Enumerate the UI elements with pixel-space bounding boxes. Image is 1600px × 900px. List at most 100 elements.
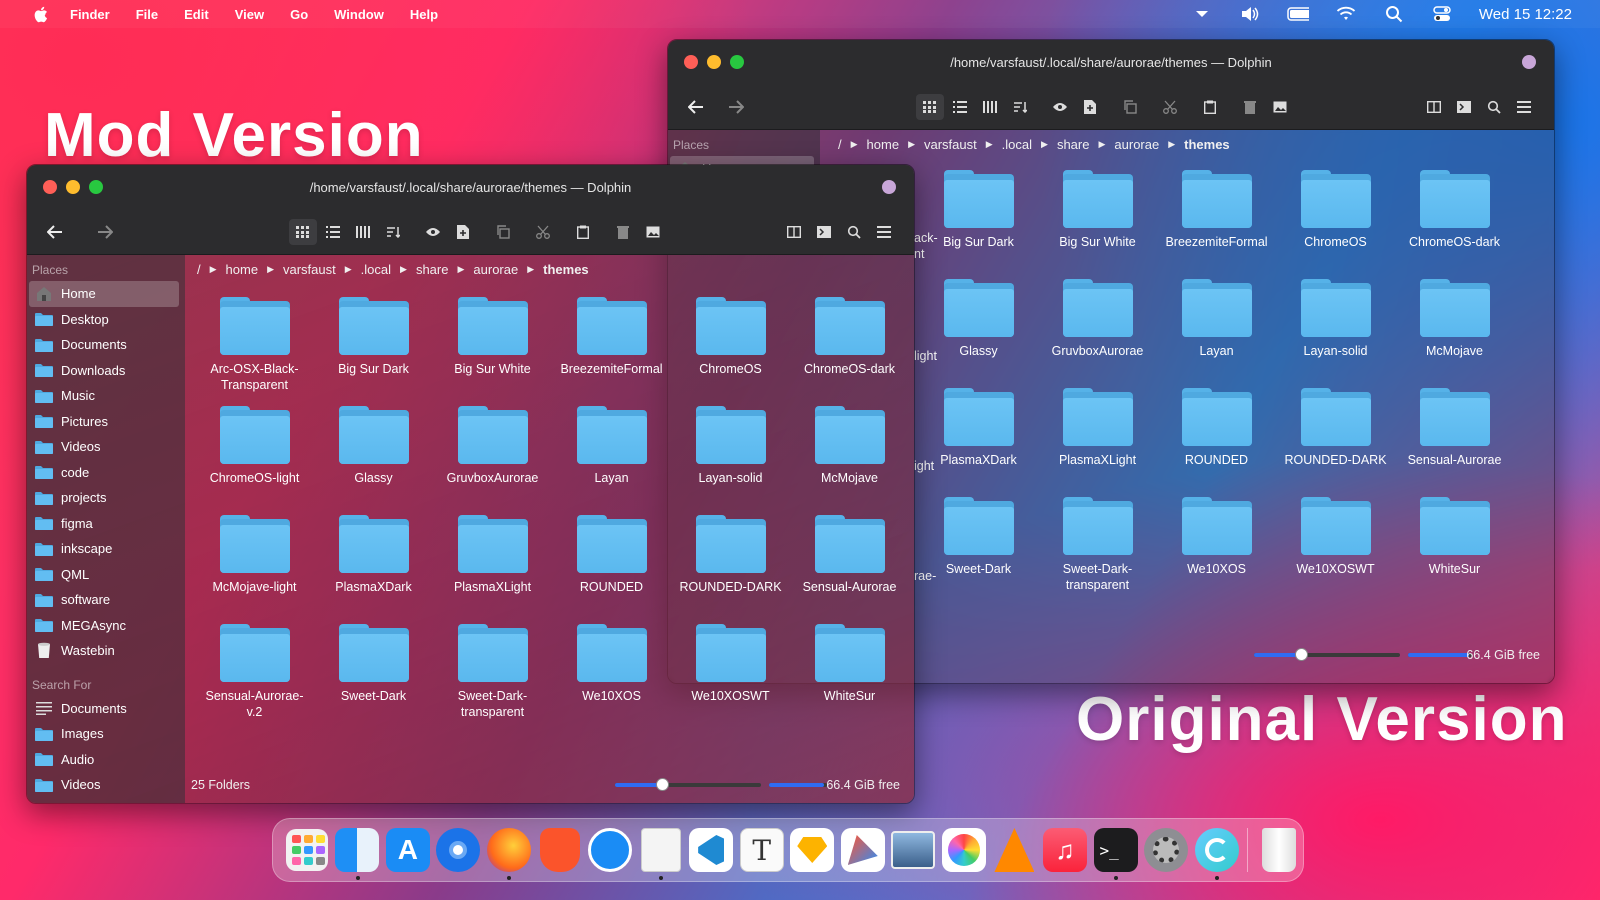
- folder-item[interactable]: Layan: [552, 398, 671, 507]
- folder-item[interactable]: Sweet-Dark: [919, 489, 1038, 598]
- folder-item[interactable]: We10XOS: [1157, 489, 1276, 598]
- pin-button[interactable]: [882, 180, 896, 194]
- new-file-icon[interactable]: [1076, 94, 1104, 120]
- breadcrumb-themes[interactable]: themes: [543, 262, 589, 277]
- folder-item[interactable]: ChromeOS-light: [195, 398, 314, 507]
- preview-icon[interactable]: [890, 826, 938, 874]
- titlebar[interactable]: /home/varsfaust/.local/share/aurorae/the…: [668, 40, 1554, 84]
- compact-view-icon[interactable]: [349, 219, 377, 245]
- search-icon[interactable]: [840, 219, 868, 245]
- breadcrumb-aurorae[interactable]: aurorae: [1114, 137, 1159, 152]
- sidebar-item-documents[interactable]: Documents: [29, 332, 179, 358]
- terminal-icon[interactable]: >_: [1092, 826, 1140, 880]
- new-file-icon[interactable]: [449, 219, 477, 245]
- preview-eye-icon[interactable]: [419, 219, 447, 245]
- folder-item[interactable]: ChromeOS: [1276, 162, 1395, 271]
- folder-item[interactable]: PlasmaXLight: [433, 507, 552, 616]
- folder-item[interactable]: McMojave-light: [195, 507, 314, 616]
- sort-icon[interactable]: [379, 219, 407, 245]
- vscode-icon[interactable]: [687, 826, 735, 874]
- sidebar-item-code[interactable]: code: [29, 460, 179, 486]
- sketch-icon[interactable]: [788, 826, 836, 874]
- sidebar-item-wastebin[interactable]: Wastebin: [29, 638, 179, 664]
- sidebar-item-projects[interactable]: projects: [29, 485, 179, 511]
- folder-item[interactable]: Sensual-Aurorae-v.2: [195, 616, 314, 725]
- chevron-down-icon[interactable]: [1191, 4, 1213, 24]
- sidebar-item-inkscape[interactable]: inkscape: [29, 536, 179, 562]
- folder-item[interactable]: PlasmaXDark: [314, 507, 433, 616]
- folder-item[interactable]: Sweet-Dark: [314, 616, 433, 725]
- launchpad-icon[interactable]: [283, 826, 331, 874]
- folder-item[interactable]: ChromeOS-dark: [1395, 162, 1514, 271]
- sidebar-item-music[interactable]: Music: [29, 383, 179, 409]
- folder-item[interactable]: GruvboxAurorae: [433, 398, 552, 507]
- folder-item[interactable]: Layan-solid: [1276, 271, 1395, 380]
- vlc-icon[interactable]: [991, 826, 1039, 874]
- sidebar-item-software[interactable]: software: [29, 587, 179, 613]
- trash-icon[interactable]: [609, 219, 637, 245]
- forward-arrow-icon[interactable]: [91, 219, 119, 245]
- breadcrumb-local[interactable]: .local: [361, 262, 391, 277]
- folder-item[interactable]: BreezemiteFormal: [1157, 162, 1276, 271]
- folder-item[interactable]: Glassy: [314, 398, 433, 507]
- menu-edit[interactable]: Edit: [184, 7, 209, 22]
- menu-window[interactable]: Window: [334, 7, 384, 22]
- pin-button[interactable]: [1522, 55, 1536, 69]
- details-view-icon[interactable]: [319, 219, 347, 245]
- titlebar[interactable]: /home/varsfaust/.local/share/aurorae/the…: [27, 165, 914, 209]
- back-arrow-icon[interactable]: [41, 219, 69, 245]
- paste-icon[interactable]: [1196, 94, 1224, 120]
- volume-icon[interactable]: [1239, 4, 1261, 24]
- sidebar-item-home[interactable]: Home: [29, 281, 179, 307]
- minimize-button[interactable]: [66, 180, 80, 194]
- breadcrumb-aurorae[interactable]: aurorae: [473, 262, 518, 277]
- menu-view[interactable]: View: [235, 7, 264, 22]
- folder-item[interactable]: ROUNDED-DARK: [1276, 380, 1395, 489]
- breadcrumb-home[interactable]: home: [867, 137, 900, 152]
- folder-item[interactable]: ChromeOS: [671, 289, 790, 398]
- folder-item[interactable]: McMojave: [790, 398, 909, 507]
- system-preferences-icon[interactable]: [1142, 826, 1190, 874]
- close-button[interactable]: [43, 180, 57, 194]
- hamburger-menu-icon[interactable]: [1510, 94, 1538, 120]
- aurora-icon[interactable]: [1193, 826, 1241, 880]
- copy-icon[interactable]: [489, 219, 517, 245]
- details-view-icon[interactable]: [946, 94, 974, 120]
- trash-icon[interactable]: [1236, 94, 1264, 120]
- folder-item[interactable]: Sweet-Dark-transparent: [433, 616, 552, 725]
- menu-app-finder[interactable]: Finder: [70, 7, 110, 22]
- folder-item[interactable]: WhiteSur: [1395, 489, 1514, 598]
- cut-icon[interactable]: [529, 219, 557, 245]
- pen-tool-icon[interactable]: [839, 826, 887, 874]
- breadcrumb-local[interactable]: .local: [1002, 137, 1032, 152]
- folder-item[interactable]: ROUNDED: [552, 507, 671, 616]
- folder-item[interactable]: Layan-solid: [671, 398, 790, 507]
- dolphin-window-mod[interactable]: /home/varsfaust/.local/share/aurorae/the…: [26, 164, 915, 804]
- battery-icon[interactable]: [1287, 4, 1309, 24]
- menu-file[interactable]: File: [136, 7, 158, 22]
- breadcrumb-root[interactable]: /: [197, 262, 201, 277]
- cut-icon[interactable]: [1156, 94, 1184, 120]
- folder-item[interactable]: ROUNDED-DARK: [671, 507, 790, 616]
- folder-item[interactable]: Layan: [1157, 271, 1276, 380]
- breadcrumb-themes[interactable]: themes: [1184, 137, 1230, 152]
- terminal-panel-icon[interactable]: [1450, 94, 1478, 120]
- split-view-icon[interactable]: [1420, 94, 1448, 120]
- breadcrumb-share[interactable]: share: [1057, 137, 1090, 152]
- forward-arrow-icon[interactable]: [722, 94, 750, 120]
- sidebar-item-figma[interactable]: figma: [29, 511, 179, 537]
- folder-item[interactable]: Big Sur White: [433, 289, 552, 398]
- zoom-slider-handle[interactable]: [1294, 648, 1308, 661]
- control-center-icon[interactable]: [1431, 4, 1453, 24]
- sidebar-item-qml[interactable]: QML: [29, 562, 179, 588]
- close-button[interactable]: [684, 55, 698, 69]
- icons-view-icon[interactable]: [916, 93, 944, 120]
- folder-item[interactable]: We10XOSWT: [671, 616, 790, 725]
- folder-item[interactable]: BreezemiteFormal: [552, 289, 671, 398]
- folder-item[interactable]: WhiteSur: [790, 616, 909, 725]
- folder-item[interactable]: Sensual-Aurorae: [790, 507, 909, 616]
- breadcrumb-share[interactable]: share: [416, 262, 449, 277]
- folder-item[interactable]: PlasmaXLight: [1038, 380, 1157, 489]
- hamburger-menu-icon[interactable]: [870, 219, 898, 245]
- search-icon[interactable]: [1383, 4, 1405, 24]
